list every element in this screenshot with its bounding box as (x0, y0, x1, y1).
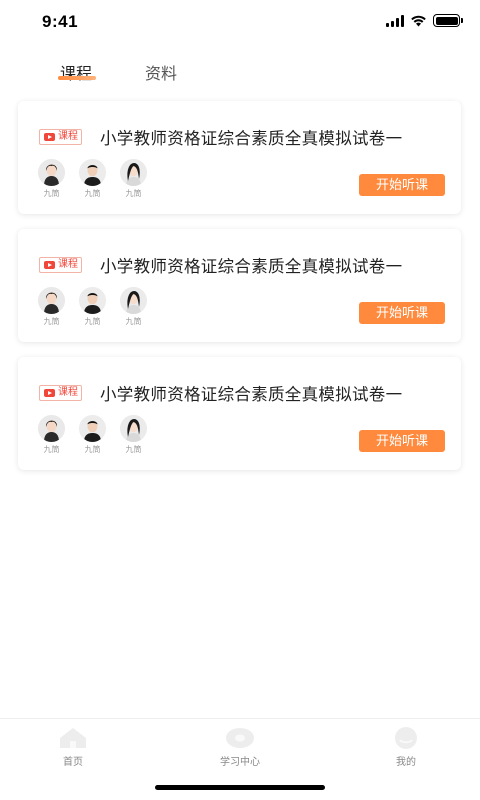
status-bar: 9:41 (0, 0, 480, 44)
video-icon (44, 133, 55, 141)
teacher-name: 九筒 (43, 189, 60, 198)
status-icons (386, 14, 463, 27)
teacher-name: 九筒 (84, 445, 101, 454)
teacher-avatar (38, 415, 65, 442)
course-tag: 课程 (39, 129, 82, 145)
video-icon (44, 261, 55, 269)
teacher-name: 九筒 (125, 445, 142, 454)
nav-label-mine: 我的 (396, 757, 416, 768)
tab-course[interactable]: 课程 (60, 60, 92, 84)
teacher-list: 九筒 九筒 九筒 (38, 159, 147, 199)
teacher-avatar (120, 287, 147, 314)
course-tag: 课程 (39, 257, 82, 273)
teacher-name: 九筒 (125, 189, 142, 198)
home-indicator (155, 785, 325, 790)
teacher-avatar (120, 159, 147, 186)
tab-material[interactable]: 资料 (145, 60, 177, 84)
teacher-avatar (38, 159, 65, 186)
course-tag-label: 课程 (58, 259, 78, 270)
teacher: 九筒 (120, 415, 147, 455)
teacher: 九筒 (38, 287, 65, 327)
course-list: 课程 小学教师资格证综合素质全真模拟试卷一 九筒 九筒 九筒 开始听课 课程 小… (18, 101, 462, 485)
video-icon (44, 389, 55, 397)
tab-bar: 课程 资料 (0, 60, 480, 90)
start-listening-button[interactable]: 开始听课 (359, 302, 445, 324)
course-card[interactable]: 课程 小学教师资格证综合素质全真模拟试卷一 九筒 九筒 九筒 开始听课 (18, 357, 461, 470)
teacher-name: 九筒 (84, 317, 101, 326)
teacher-avatar (120, 415, 147, 442)
teacher-avatar (79, 415, 106, 442)
nav-item-study-center[interactable]: 学习中心 (200, 727, 280, 768)
teacher-name: 九筒 (125, 317, 142, 326)
teacher-avatar (38, 287, 65, 314)
teacher: 九筒 (120, 159, 147, 199)
course-card[interactable]: 课程 小学教师资格证综合素质全真模拟试卷一 九筒 九筒 九筒 开始听课 (18, 101, 461, 214)
course-tag-label: 课程 (58, 131, 78, 142)
teacher-list: 九筒 九筒 九筒 (38, 415, 147, 455)
course-title: 小学教师资格证综合素质全真模拟试卷一 (100, 385, 403, 404)
teacher-list: 九筒 九筒 九筒 (38, 287, 147, 327)
teacher: 九筒 (120, 287, 147, 327)
nav-item-mine[interactable]: 我的 (366, 727, 446, 768)
teacher-name: 九筒 (43, 317, 60, 326)
nav-label-study-center: 学习中心 (220, 757, 260, 768)
profile-icon (395, 727, 417, 749)
teacher: 九筒 (79, 287, 106, 327)
start-listening-button[interactable]: 开始听课 (359, 430, 445, 452)
teacher-avatar (79, 159, 106, 186)
study-center-icon (226, 728, 254, 748)
teacher-avatar (79, 287, 106, 314)
wifi-icon (411, 15, 426, 26)
course-tag: 课程 (39, 385, 82, 401)
teacher: 九筒 (38, 159, 65, 199)
course-title: 小学教师资格证综合素质全真模拟试卷一 (100, 257, 403, 276)
status-time: 9:41 (42, 12, 79, 31)
nav-label-home: 首页 (63, 757, 83, 768)
cellular-signal-icon (386, 14, 404, 27)
course-tag-label: 课程 (58, 387, 78, 398)
start-listening-button[interactable]: 开始听课 (359, 174, 445, 196)
home-icon (60, 728, 86, 748)
teacher-name: 九筒 (84, 189, 101, 198)
battery-icon (433, 14, 463, 27)
teacher-name: 九筒 (43, 445, 60, 454)
teacher: 九筒 (38, 415, 65, 455)
active-tab-indicator (58, 76, 96, 80)
course-card[interactable]: 课程 小学教师资格证综合素质全真模拟试卷一 九筒 九筒 九筒 开始听课 (18, 229, 461, 342)
course-title: 小学教师资格证综合素质全真模拟试卷一 (100, 129, 403, 148)
teacher: 九筒 (79, 159, 106, 199)
teacher: 九筒 (79, 415, 106, 455)
nav-item-home[interactable]: 首页 (33, 727, 113, 768)
